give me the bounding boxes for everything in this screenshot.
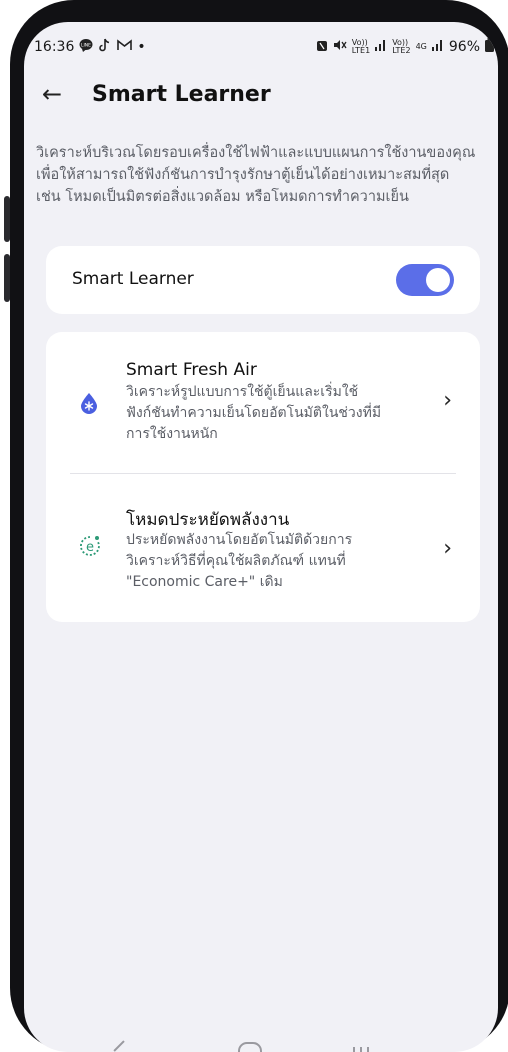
snowflake-drop-icon [78, 392, 100, 414]
nav-back-icon[interactable] [113, 1040, 135, 1052]
battery-percent: 96% [448, 39, 480, 55]
smart-learner-card: Smart Learner [46, 246, 480, 314]
notification-dot: • [137, 39, 146, 55]
list-item-smart-fresh-air[interactable]: Smart Fresh Air วิเคราะห์รูปแบบการใช้ตู้… [46, 332, 480, 472]
item-title: Smart Fresh Air [126, 360, 257, 380]
line-icon: LINE [79, 38, 93, 56]
signal-2-icon [431, 39, 444, 55]
page-description: วิเคราะห์บริเวณโดยรอบเครื่องใช้ไฟฟ้าและแ… [36, 145, 476, 205]
features-list-card: Smart Fresh Air วิเคราะห์รูปแบบการใช้ตู้… [46, 332, 480, 622]
smart-learner-label: Smart Learner [72, 269, 194, 289]
navigation-bar [24, 1028, 498, 1052]
toggle-knob [426, 268, 450, 292]
nav-home-icon[interactable] [238, 1042, 262, 1052]
item-subtitle: วิเคราะห์รูปแบบการใช้ตู้เย็นและเริ่มใช้ฟ… [126, 384, 382, 442]
arrow-left-icon[interactable]: ← [42, 80, 62, 108]
top-bar: ← Smart Learner [24, 78, 498, 118]
list-item-energy-saving[interactable]: e โหมดประหยัดพลังงาน ประหยัดพลังงานโดยอั… [46, 482, 480, 622]
status-time: 16:36 [34, 39, 75, 55]
svg-text:LINE: LINE [81, 43, 91, 49]
page-title: Smart Learner [92, 82, 271, 107]
volume-button [4, 196, 10, 242]
smart-learner-toggle[interactable] [396, 264, 454, 296]
lte2-label: LTE2 [392, 46, 411, 55]
network-label: 4G [415, 42, 427, 51]
screen: 16:36 LINE • Vo)) LTE1 Vo)) LTE2 4G 96% … [24, 22, 498, 1052]
power-button [4, 254, 10, 302]
item-title: โหมดประหยัดพลังงาน [126, 510, 290, 530]
alarm-icon [316, 39, 328, 56]
signal-1-icon [375, 39, 387, 55]
chevron-right-icon: › [443, 536, 452, 561]
tiktok-icon [98, 38, 112, 56]
lte1-label: LTE1 [351, 46, 371, 55]
battery-icon [485, 38, 494, 56]
eco-e-icon: e [78, 534, 102, 558]
gmail-icon [117, 39, 133, 55]
mute-icon [333, 39, 347, 55]
sim2-info: Vo)) LTE2 [392, 39, 410, 55]
status-bar: 16:36 LINE • Vo)) LTE1 Vo)) LTE2 4G 96% [24, 36, 498, 60]
chevron-right-icon: › [443, 388, 452, 413]
divider [70, 473, 456, 474]
sim1-info: Vo)) LTE1 [352, 39, 370, 55]
nav-recents-icon[interactable] [350, 1042, 372, 1052]
item-subtitle: ประหยัดพลังงานโดยอัตโนมัติด้วยการวิเคราะ… [126, 532, 353, 590]
svg-text:e: e [86, 540, 94, 555]
